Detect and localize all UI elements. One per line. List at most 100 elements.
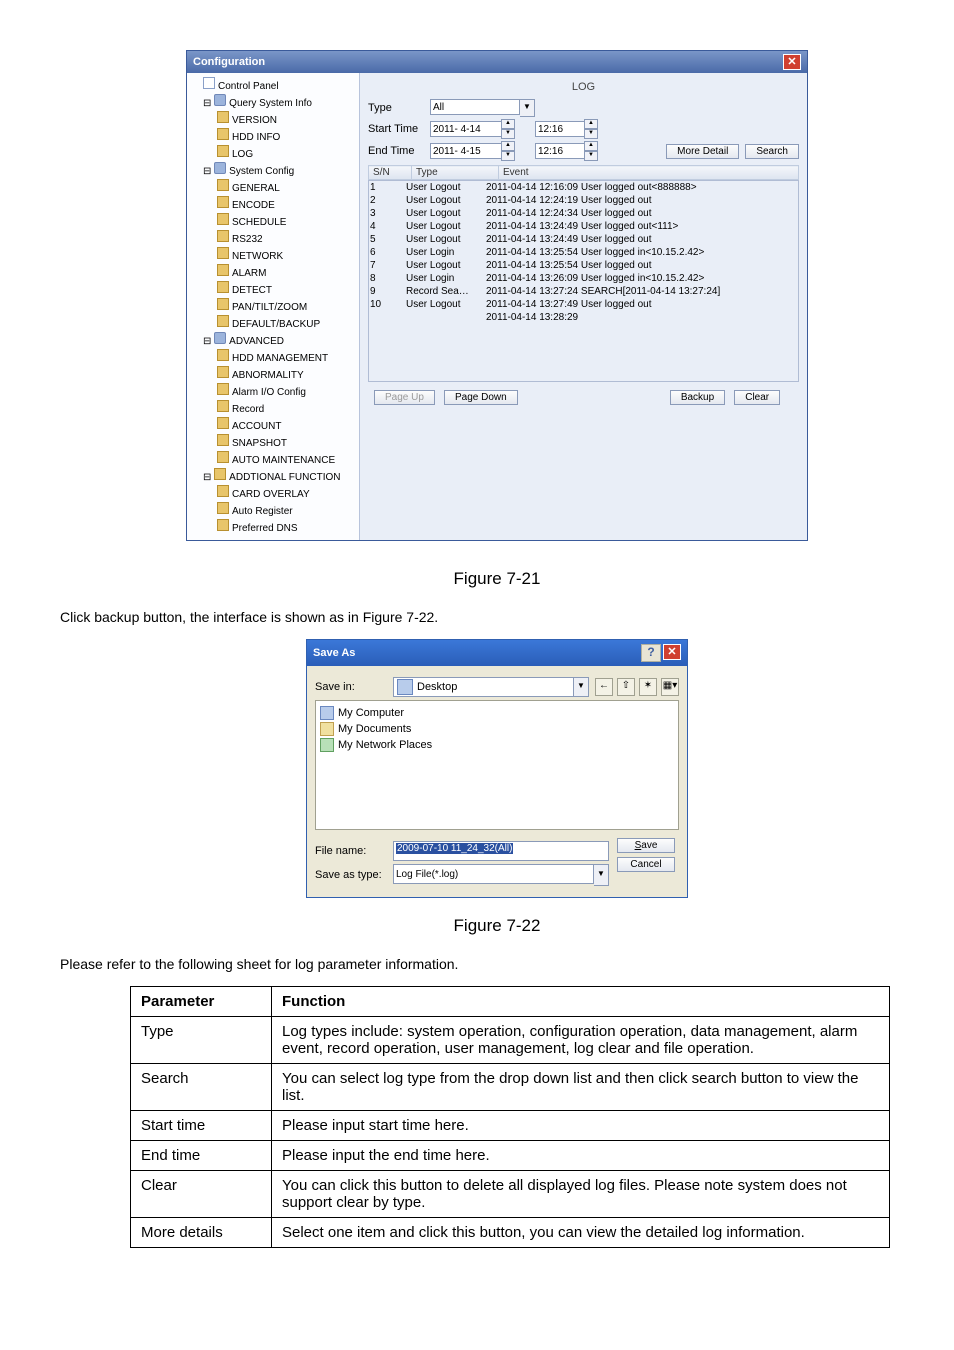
col-function: Function [272,987,890,1017]
tree-item[interactable]: PAN/TILT/ZOOM [217,298,357,315]
file-name-input[interactable]: 2009-07-10 11_24_32(All) [393,841,609,861]
save-as-dialog: Save As ? ✕ Save in: Desktop ▼ ← ⇧ ✶ ▦▾ [306,639,688,898]
parameter-table: Parameter Function TypeLog types include… [130,986,890,1248]
page-down-button[interactable]: Page Down [444,390,518,405]
tree-item[interactable]: ACCOUNT [217,417,357,434]
time-spinner-icon[interactable]: ▲▼ [584,141,598,161]
tree-item[interactable]: DETECT [217,281,357,298]
tree-item[interactable]: AUTO MAINTENANCE [217,451,357,468]
documents-icon [320,722,334,736]
table-row[interactable]: 1User Logout2011-04-14 12:16:09 User log… [369,181,798,194]
table-row: ClearYou can click this button to delete… [131,1171,890,1218]
date-spinner-icon[interactable]: ▲▼ [501,141,515,161]
tree-root[interactable]: Control Panel [203,77,357,94]
more-detail-button[interactable]: More Detail [666,144,739,159]
configuration-window: Configuration ✕ Control Panel ⊟ Query Sy… [186,50,808,541]
new-folder-icon[interactable]: ✶ [639,678,657,696]
table-row[interactable]: 9Record Sea…2011-04-14 13:27:24 SEARCH[2… [369,285,798,298]
nav-tree: Control Panel ⊟ Query System Info VERSIO… [187,73,360,540]
clear-button[interactable]: Clear [734,390,780,405]
backup-button[interactable]: Backup [670,390,725,405]
tree-item[interactable]: NETWORK [217,247,357,264]
tree-item[interactable]: SCHEDULE [217,213,357,230]
col-type[interactable]: Type [412,166,499,180]
table-row[interactable]: 10User Logout2011-04-14 13:27:49 User lo… [369,298,798,311]
saveas-titlebar: Save As ? ✕ [307,640,687,666]
table-row: More detailsSelect one item and click th… [131,1218,890,1248]
type-label: Type [368,102,430,114]
tree-group-system[interactable]: ⊟ System Config GENERALENCODESCHEDULERS2… [203,162,357,332]
table-row[interactable]: 11Video Loss …2011-04-14 13:28:29 [369,311,798,382]
tree-group-advanced[interactable]: ⊟ ADVANCED HDD MANAGEMENTABNORMALITYAlar… [203,332,357,468]
window-title: Configuration [193,56,265,68]
tree-item[interactable]: Alarm I/O Config [217,383,357,400]
figure-caption: Figure 7-21 [60,569,934,589]
save-in-value: Desktop [417,681,457,693]
network-places-icon [320,738,334,752]
section-heading: LOG [368,81,799,93]
chevron-down-icon[interactable]: ▼ [520,99,535,117]
tree-item[interactable]: HDD INFO [217,128,357,145]
tree-item[interactable]: LOG [217,145,357,162]
file-name-label: File name: [315,845,393,857]
search-button[interactable]: Search [745,144,799,159]
table-row[interactable]: 5User Logout2011-04-14 13:24:49 User log… [369,233,798,246]
table-row[interactable]: 4User Logout2011-04-14 13:24:49 User log… [369,220,798,233]
tree-item[interactable]: ABNORMALITY [217,366,357,383]
table-row: Start timePlease input start time here. [131,1111,890,1141]
tree-item[interactable]: HDD MANAGEMENT [217,349,357,366]
tree-item[interactable]: SNAPSHOT [217,434,357,451]
table-row: End timePlease input the end time here. [131,1141,890,1171]
tree-item[interactable]: Auto Register [217,502,357,519]
tree-item[interactable]: ENCODE [217,196,357,213]
close-icon[interactable]: ✕ [783,54,801,70]
type-select[interactable] [430,99,520,115]
tree-item[interactable]: ALARM [217,264,357,281]
close-icon[interactable]: ✕ [663,644,681,660]
tree-item[interactable]: Preferred DNS [217,519,357,536]
back-icon[interactable]: ← [595,678,613,696]
chevron-down-icon[interactable]: ▼ [574,677,589,697]
tree-item[interactable]: RS232 [217,230,357,247]
end-time-input[interactable] [535,143,585,159]
folder-list[interactable]: My Computer My Documents My Network Plac… [315,700,679,830]
table-row[interactable]: 8User Login2011-04-14 13:26:09 User logg… [369,272,798,285]
tree-group-query[interactable]: ⊟ Query System Info VERSIONHDD INFOLOG [203,94,357,162]
intro-text: Click backup button, the interface is sh… [60,609,934,625]
table-row: SearchYou can select log type from the d… [131,1064,890,1111]
end-date-input[interactable] [430,143,502,159]
log-table-header: S/N Type Event [368,165,799,180]
desktop-icon [397,679,413,695]
col-sn[interactable]: S/N [369,166,412,180]
chevron-down-icon[interactable]: ▼ [594,864,609,886]
tree-item[interactable]: Record [217,400,357,417]
start-time-input[interactable] [535,121,585,137]
save-as-type-select[interactable] [393,864,594,884]
date-spinner-icon[interactable]: ▲▼ [501,119,515,139]
table-row[interactable]: 6User Login2011-04-14 13:25:54 User logg… [369,246,798,259]
log-table-body[interactable]: 1User Logout2011-04-14 12:16:09 User log… [368,180,799,382]
up-one-level-icon[interactable]: ⇧ [617,678,635,696]
time-spinner-icon[interactable]: ▲▼ [584,119,598,139]
cancel-button[interactable]: Cancel [617,857,675,872]
computer-icon [320,706,334,720]
log-pane: LOG Type ▼ Start Time ▲▼ ▲▼ End Time ▲▼ [360,73,807,540]
view-menu-icon[interactable]: ▦▾ [661,678,679,696]
save-in-label: Save in: [315,681,393,693]
page-up-button[interactable]: Page Up [374,390,435,405]
help-icon[interactable]: ? [641,644,661,662]
start-date-input[interactable] [430,121,502,137]
table-row[interactable]: 2User Logout2011-04-14 12:24:19 User log… [369,194,798,207]
table-row[interactable]: 3User Logout2011-04-14 12:24:34 User log… [369,207,798,220]
tree-item[interactable]: VERSION [217,111,357,128]
col-event[interactable]: Event [499,166,799,180]
table-row[interactable]: 7User Logout2011-04-14 13:25:54 User log… [369,259,798,272]
save-as-type-label: Save as type: [315,869,393,881]
tree-item[interactable]: CARD OVERLAY [217,485,357,502]
tree-item[interactable]: GENERAL [217,179,357,196]
list-item: My Network Places [320,737,674,753]
save-button[interactable]: Save [617,838,675,853]
tree-group-additional[interactable]: ⊟ ADDTIONAL FUNCTION CARD OVERLAYAuto Re… [203,468,357,536]
tree-item[interactable]: DEFAULT/BACKUP [217,315,357,332]
window-titlebar: Configuration ✕ [187,51,807,73]
